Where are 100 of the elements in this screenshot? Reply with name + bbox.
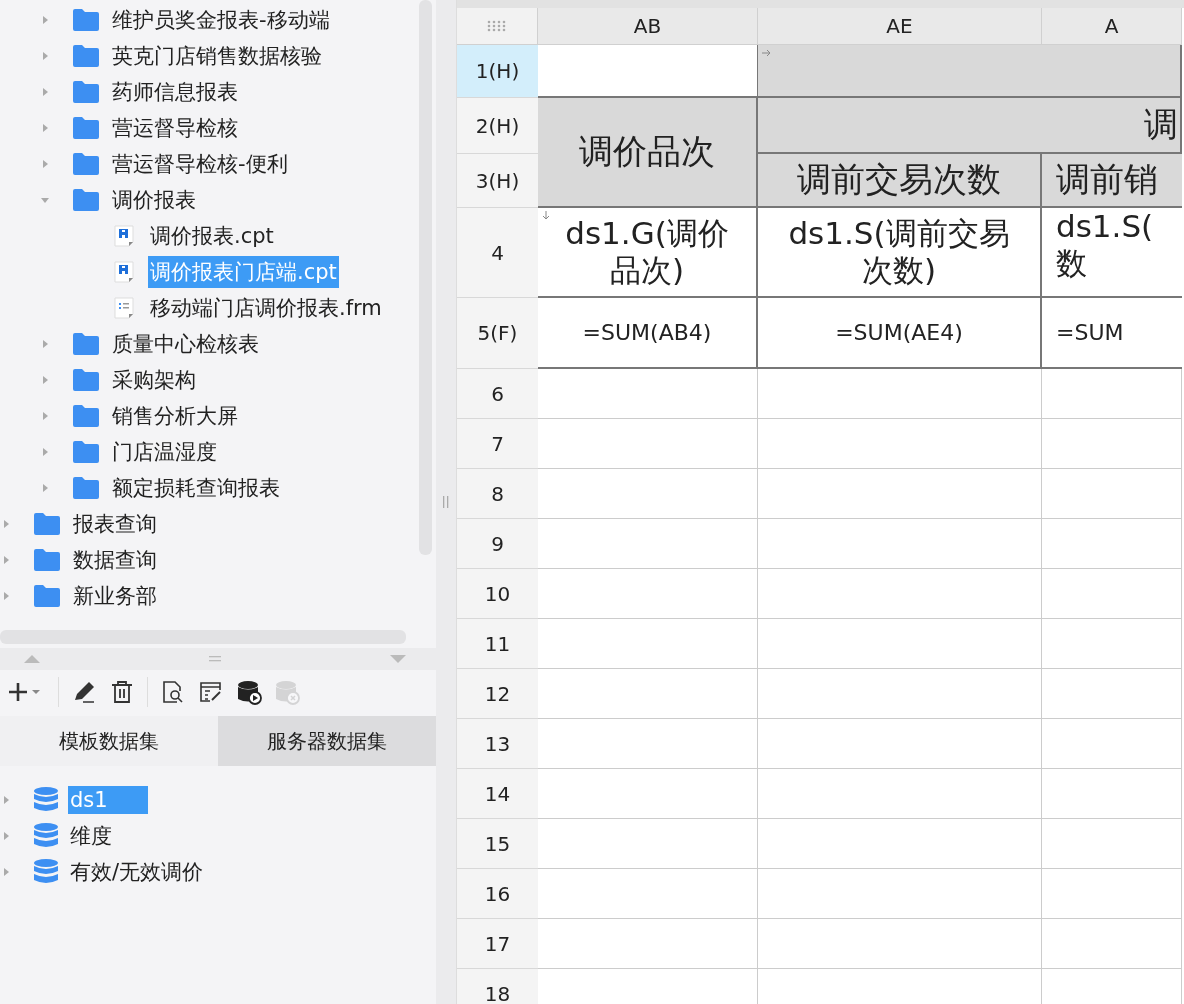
database-play-icon[interactable] [236, 679, 262, 705]
expand-arrow-icon[interactable] [40, 483, 50, 493]
database-icon [33, 822, 59, 850]
column-header[interactable]: A [1042, 8, 1182, 45]
row-header[interactable]: 15 [457, 819, 538, 869]
tree-folder[interactable]: 新业务部 [0, 578, 416, 614]
row-header[interactable]: 3(H) [457, 154, 538, 208]
folder-icon [72, 80, 100, 104]
row-header[interactable]: 12 [457, 669, 538, 719]
expand-right-icon [762, 49, 772, 57]
expand-arrow-icon[interactable] [40, 411, 50, 421]
grip-icon[interactable] [209, 656, 221, 662]
table-cell: 调前销 [1042, 154, 1182, 208]
folder-label: 营运督导检核-便利 [111, 151, 289, 178]
tree-folder[interactable]: 门店温湿度 [0, 434, 416, 470]
tree-folder[interactable]: 质量中心检核表 [0, 326, 416, 362]
tree-folder[interactable]: 维护员奖金报表-移动端 [0, 2, 416, 38]
expand-arrow-icon[interactable] [1, 591, 11, 601]
column-header[interactable]: AB [538, 8, 758, 45]
file-label: 调价报表.cpt [149, 223, 275, 250]
row-header[interactable]: 7 [457, 419, 538, 469]
tree-folder[interactable]: 额定损耗查询报表 [0, 470, 416, 506]
row-header[interactable]: 16 [457, 869, 538, 919]
folder-icon [72, 440, 100, 464]
tree-folder[interactable]: 药师信息报表 [0, 74, 416, 110]
folder-label: 质量中心检核表 [111, 331, 260, 358]
tree-folder[interactable]: 营运督导检核-便利 [0, 146, 416, 182]
folder-label: 维护员奖金报表-移动端 [111, 7, 331, 34]
expand-arrow-icon[interactable] [40, 339, 50, 349]
database-icon [33, 786, 59, 814]
tree-folder[interactable]: 销售分析大屏 [0, 398, 416, 434]
expand-arrow-icon[interactable] [1, 519, 11, 529]
folder-label: 额定损耗查询报表 [111, 475, 281, 502]
cell-text: 数 [1056, 245, 1087, 283]
row-header[interactable]: 14 [457, 769, 538, 819]
expand-arrow-icon[interactable] [1, 555, 11, 565]
table-cell: 调 [758, 98, 1182, 154]
folder-icon [72, 152, 100, 176]
table-cell: 调价品次 [538, 98, 758, 208]
file-icon [114, 297, 134, 319]
folder-label: 药师信息报表 [111, 79, 239, 106]
folder-icon [72, 188, 100, 212]
expand-arrow-icon[interactable] [40, 195, 50, 205]
tree-folder[interactable]: 报表查询 [0, 506, 416, 542]
folder-label: 销售分析大屏 [111, 403, 239, 430]
dataset-item[interactable]: 有效/无效调价 [0, 854, 436, 890]
row-header[interactable]: 6 [457, 369, 538, 419]
folder-icon [33, 548, 61, 572]
grip-icon[interactable] [443, 496, 449, 508]
folder-icon [33, 512, 61, 536]
dataset-tab[interactable]: 模板数据集 [0, 716, 218, 766]
row-header[interactable]: 4 [457, 208, 538, 298]
table-cell: =SUM(AE4) [758, 298, 1042, 369]
collapse-up-icon[interactable] [22, 654, 42, 664]
select-all-corner[interactable] [457, 8, 538, 45]
row-header[interactable]: 10 [457, 569, 538, 619]
expand-arrow-icon[interactable] [1, 831, 11, 841]
file-icon [114, 261, 134, 283]
expand-arrow-icon[interactable] [40, 447, 50, 457]
collapse-down-icon[interactable] [388, 654, 408, 664]
row-header[interactable]: 9 [457, 519, 538, 569]
row-header[interactable]: 5(F) [457, 298, 538, 369]
expand-arrow-icon[interactable] [1, 795, 11, 805]
tree-folder[interactable]: 调价报表 [0, 182, 416, 218]
expand-arrow-icon[interactable] [1, 867, 11, 877]
expand-arrow-icon[interactable] [40, 375, 50, 385]
row-header[interactable]: 2(H) [457, 98, 538, 154]
row-header[interactable]: 18 [457, 969, 538, 1004]
tree-folder[interactable]: 英克门店销售数据核验 [0, 38, 416, 74]
table-cell: 调前交易次数 [758, 154, 1042, 208]
tree-file[interactable]: 移动端门店调价报表.frm [0, 290, 416, 326]
folder-icon [72, 368, 100, 392]
grid-dots-icon [487, 20, 507, 32]
row-header[interactable]: 11 [457, 619, 538, 669]
row-header[interactable]: 13 [457, 719, 538, 769]
row-header[interactable]: 1(H) [457, 45, 538, 98]
expand-arrow-icon[interactable] [40, 159, 50, 169]
row-header[interactable]: 8 [457, 469, 538, 519]
expand-arrow-icon[interactable] [40, 87, 50, 97]
dataset-item[interactable]: 维度 [0, 818, 436, 854]
row-header[interactable]: 17 [457, 919, 538, 969]
dataset-tab[interactable]: 服务器数据集 [218, 716, 436, 766]
tree-folder[interactable]: 营运督导检核 [0, 110, 416, 146]
tree-folder[interactable]: 采购架构 [0, 362, 416, 398]
folder-icon [33, 584, 61, 608]
cell-text: ds1.G(调价 [565, 214, 729, 252]
folder-icon [72, 476, 100, 500]
expand-arrow-icon[interactable] [40, 51, 50, 61]
tree-file[interactable]: 调价报表.cpt [0, 218, 416, 254]
folder-label: 数据查询 [72, 547, 158, 574]
expand-arrow-icon[interactable] [40, 15, 50, 25]
expand-arrow-icon[interactable] [40, 123, 50, 133]
table-cell: =SUM(AB4) [538, 298, 758, 369]
folder-label: 报表查询 [72, 511, 158, 538]
file-label: 移动端门店调价报表.frm [149, 295, 383, 322]
column-header[interactable]: AE [758, 8, 1042, 45]
trash-icon[interactable] [109, 679, 135, 705]
tree-folder[interactable]: 数据查询 [0, 542, 416, 578]
cell-text: ds1.S( [1056, 208, 1154, 246]
document-edit-icon[interactable] [198, 679, 224, 705]
